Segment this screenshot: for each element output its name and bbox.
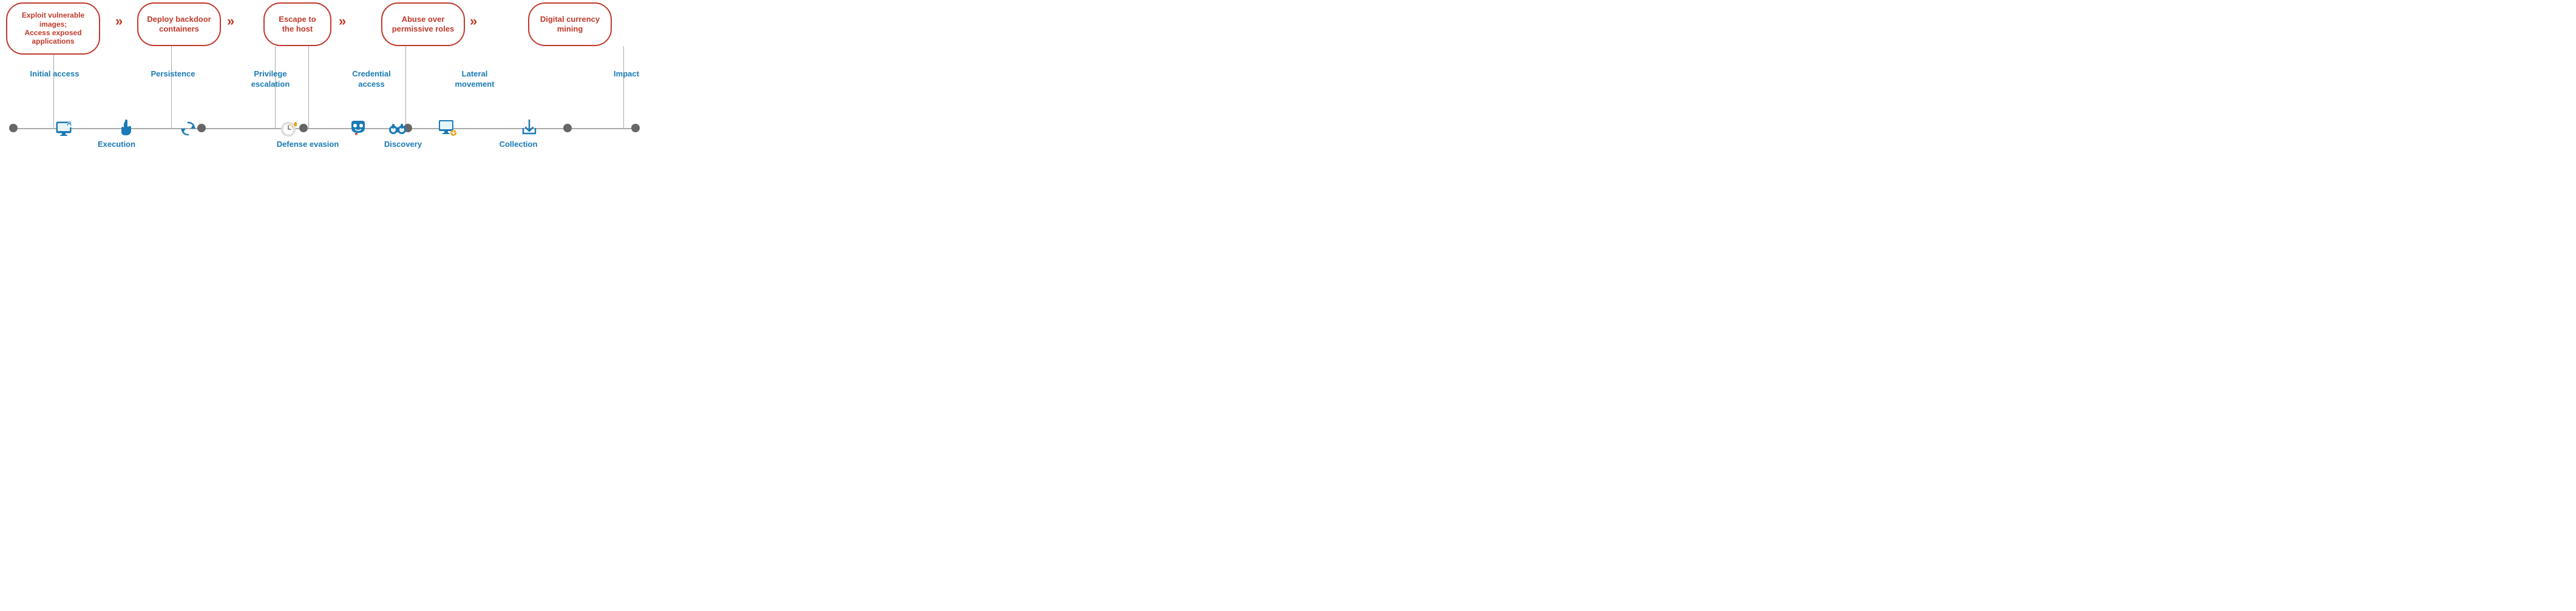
bubble-escape: Escape to the host	[263, 2, 331, 46]
cat-impact: Impact	[609, 69, 644, 79]
timer-icon	[279, 118, 298, 138]
chevron-2: »	[227, 15, 234, 28]
finger-pointer-icon	[117, 119, 135, 137]
lbl-collection: Collection	[494, 140, 543, 150]
monitor-download-icon	[437, 118, 458, 138]
bubble-abuse: Abuse over permissive roles	[381, 2, 465, 46]
timeline-dot-5	[563, 124, 572, 132]
chevron-4: »	[470, 15, 477, 28]
binoculars-icon	[388, 119, 407, 138]
timeline-dot-6	[631, 124, 640, 132]
connector-abuse	[405, 46, 406, 129]
chevron-3: »	[339, 15, 346, 28]
connector-mining	[623, 46, 624, 129]
mask-icon: xx	[348, 118, 368, 138]
chevron-1: »	[115, 15, 123, 28]
svg-text:xx: xx	[356, 133, 359, 136]
timeline-dot-3	[299, 124, 308, 132]
bubble-exploit: Exploit vulnerable images; Access expose…	[6, 2, 100, 55]
cat-credential-access: Credential access	[345, 69, 398, 90]
connector-exploit	[53, 55, 54, 129]
cat-privilege-escalation: Privilege escalation	[242, 69, 299, 90]
cat-persistence: Persistence	[146, 69, 200, 79]
lbl-defense-evasion: Defense evasion	[273, 140, 342, 150]
cat-initial-access: Initial access	[22, 69, 87, 79]
lbl-discovery: Discovery	[379, 140, 427, 150]
timeline-dot-1	[9, 124, 18, 132]
timeline-dot-2	[197, 124, 206, 132]
monitor-lock-icon	[55, 119, 75, 140]
timeline-line-full	[13, 128, 640, 129]
attack-chain-diagram: Exploit vulnerable images; Access expose…	[0, 0, 644, 153]
connector-escape-right	[308, 46, 309, 129]
lbl-execution: Execution	[92, 140, 141, 150]
download-tray-icon	[520, 118, 539, 137]
refresh-icon	[178, 119, 198, 138]
bubble-mining: Digital currency mining	[528, 2, 612, 46]
connector-deploy	[171, 46, 172, 129]
bubble-deploy: Deploy backdoor containers	[137, 2, 221, 46]
cat-lateral-movement: Lateral movement	[447, 69, 503, 90]
